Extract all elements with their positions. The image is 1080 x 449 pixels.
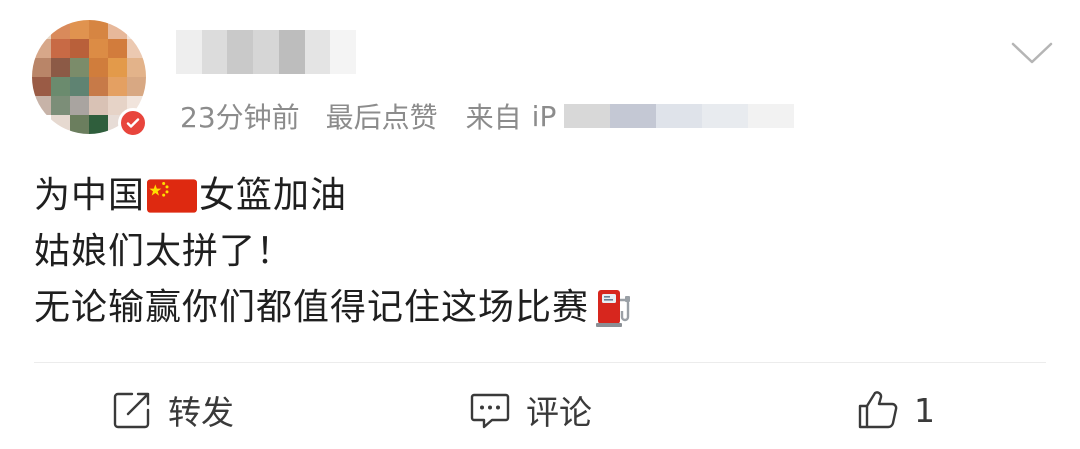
like-button[interactable]: 1 [856,386,935,434]
username-blurred[interactable] [176,30,357,74]
repost-icon [113,392,150,429]
content-text: 为中国 [34,175,146,216]
repost-button[interactable]: 转发 [110,386,234,434]
chevron-down-icon[interactable] [1010,40,1054,68]
check-icon [126,118,140,128]
flag-cn-icon [147,179,198,213]
content-line: 无论输赢你们都值得记住这场比赛 [34,280,633,336]
content-text: 姑娘们太拼了！ [34,231,294,272]
content-line: 为中国 女篮加油 [34,168,633,224]
comment-button[interactable]: 评论 [468,386,592,434]
divider [34,362,1046,363]
comment-icon [470,393,510,429]
content-line: 姑娘们太拼了！ [34,224,633,280]
like-count: 1 [914,390,935,430]
source-device[interactable]: iP [532,100,557,133]
source-device-blurred [564,104,795,128]
fuel-pump-icon [596,290,631,327]
content-text: 女篮加油 [199,175,348,216]
verified-badge [118,108,148,138]
source-prefix: 来自 [465,101,522,134]
comment-label: 评论 [526,393,592,432]
post-content: 为中国 女篮加油 姑娘们太拼了！ 无论输赢你们都值得记住这场比赛 [34,168,633,336]
post-meta: 23分钟前 最后点赞 来自 iP [180,96,795,136]
thumbs-up-icon [858,391,898,429]
content-text: 无论输赢你们都值得记住这场比赛 [34,287,590,328]
action-bar: 转发 评论 1 [0,372,1080,449]
last-like-label: 最后点赞 [325,101,438,134]
repost-label: 转发 [168,393,234,432]
post-time: 23分钟前 [180,101,300,134]
